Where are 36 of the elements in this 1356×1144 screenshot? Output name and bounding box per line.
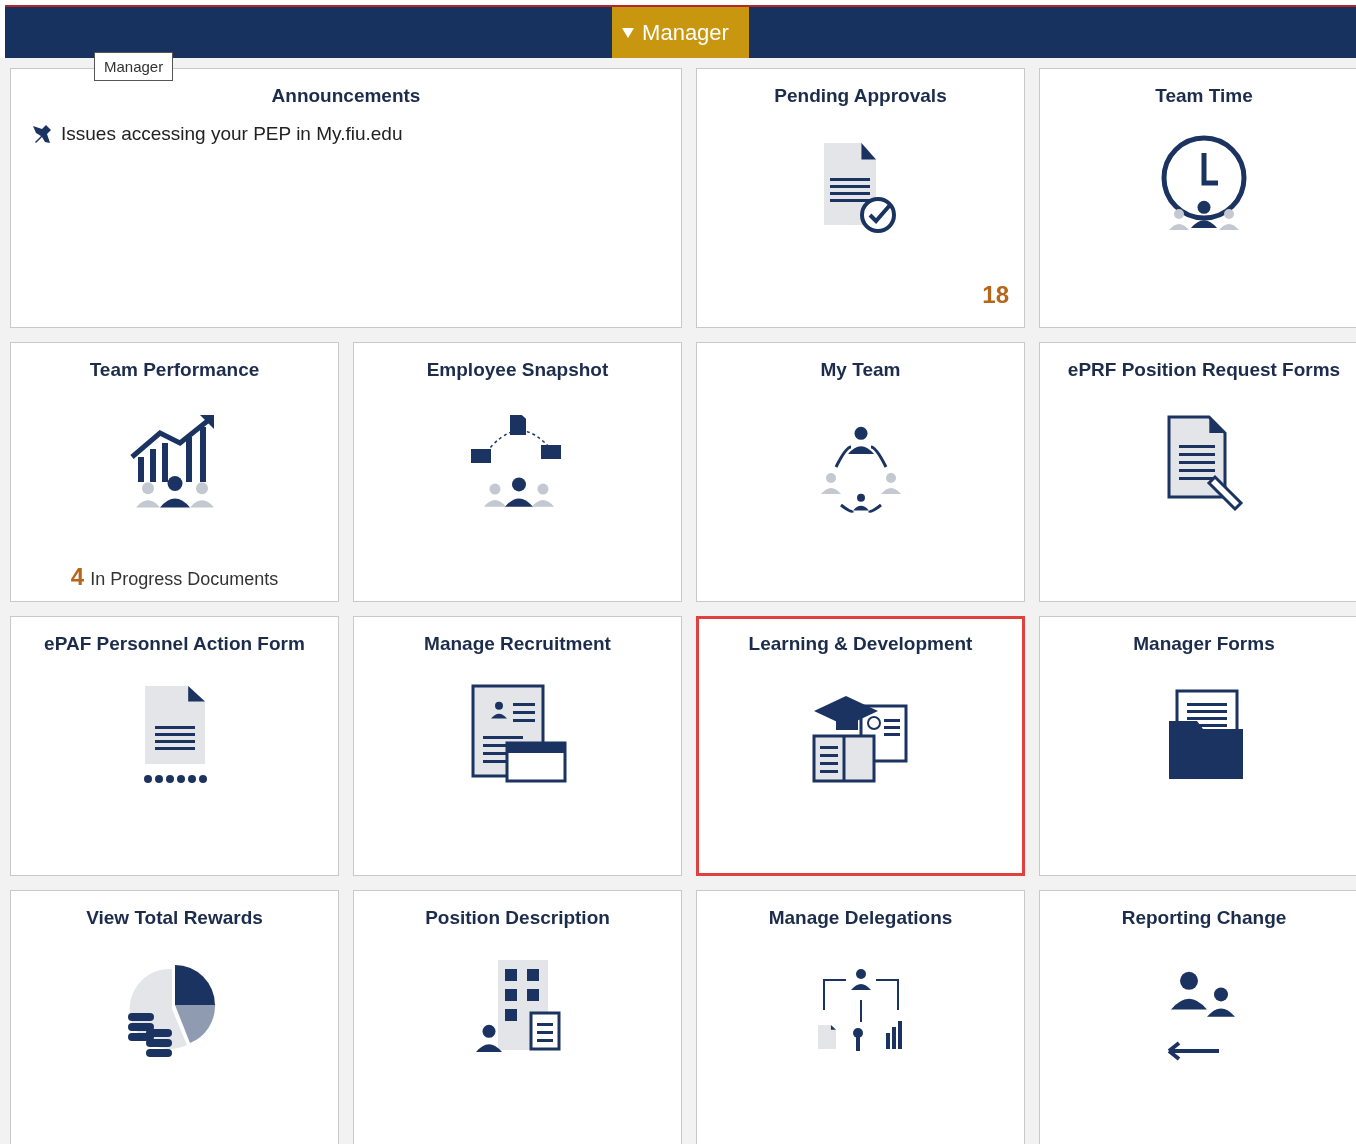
tile-title: Team Time — [1155, 85, 1253, 107]
tile-title: ePAF Personnel Action Form — [44, 633, 305, 655]
tile-title: Team Performance — [89, 359, 260, 381]
announcement-link[interactable]: Issues accessing your PEP in My.fiu.edu — [61, 123, 403, 145]
tile[interactable]: ePAF Personnel Action Form — [10, 616, 339, 876]
tile-title: Position Description — [425, 907, 610, 929]
pin-icon — [31, 123, 53, 145]
tile[interactable]: ePRF Position Request Forms — [1039, 342, 1356, 602]
count-label: In Progress Documents — [90, 569, 279, 590]
tile[interactable]: Position Description — [353, 890, 682, 1144]
tile-title: Manage Delegations — [768, 907, 953, 929]
tile[interactable]: Pending Approvals 18 — [696, 68, 1025, 328]
tile-title: Announcements — [270, 85, 422, 107]
tile-title: Manager Forms — [1133, 633, 1275, 655]
tile-title: ePRF Position Request Forms — [1067, 359, 1341, 381]
tile[interactable]: Employee Snapshot — [353, 342, 682, 602]
tile[interactable]: Manage Recruitment — [353, 616, 682, 876]
approval-count: 18 — [982, 281, 1009, 309]
tile[interactable]: Manager Forms — [1039, 616, 1356, 876]
tile-title: View Total Rewards — [86, 907, 263, 929]
tile[interactable]: Learning & Development — [696, 616, 1025, 876]
tile[interactable]: View Total Rewards — [10, 890, 339, 1144]
tile-title: Employee Snapshot — [426, 359, 609, 381]
count: 4 — [70, 563, 85, 591]
caret-down-icon — [622, 27, 635, 38]
tile-title: Reporting Change — [1121, 907, 1287, 929]
tooltip: Manager — [94, 52, 174, 81]
tile[interactable]: Team Performance 4 In Progress Documents — [10, 342, 339, 602]
tile[interactable]: Reporting Change — [1039, 890, 1356, 1144]
tile-title: My Team — [820, 359, 901, 381]
tile-title: Learning & Development — [748, 633, 973, 655]
tile[interactable]: Team Time — [1039, 68, 1356, 328]
tile[interactable]: My Team — [696, 342, 1025, 602]
tile[interactable]: Manage Delegations — [696, 890, 1025, 1144]
tile-title: Manage Recruitment — [424, 633, 611, 655]
tile-title: Pending Approvals — [774, 85, 947, 107]
